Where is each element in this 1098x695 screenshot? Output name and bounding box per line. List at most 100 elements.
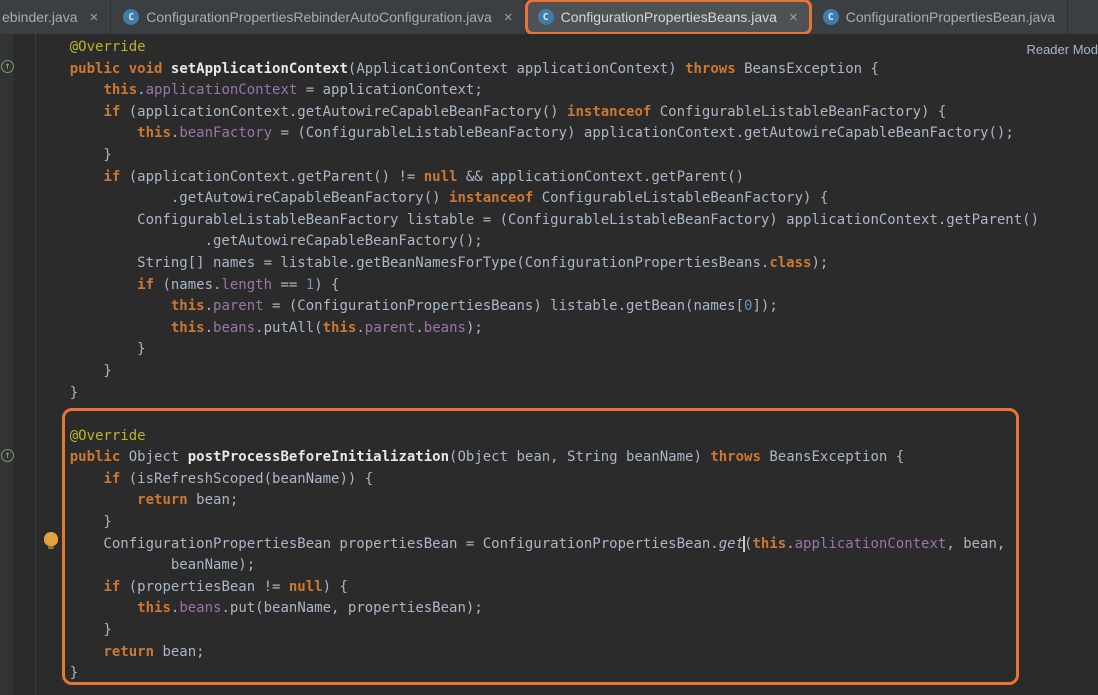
code-token: BeansException { (736, 61, 879, 77)
code-token: bean; (154, 644, 205, 660)
code-line[interactable]: @Override (0, 426, 1039, 448)
code-token: . (137, 82, 145, 98)
code-line[interactable]: if (isRefreshScoped(beanName)) { (0, 469, 1039, 491)
code-token (36, 277, 137, 293)
java-class-icon: C (123, 9, 139, 25)
tab-close-icon[interactable]: × (504, 9, 513, 26)
code-token: } (36, 622, 112, 638)
code-line[interactable]: this.beans.putAll(this.parent.beans); (0, 318, 1039, 340)
editor-tab[interactable]: ebinder.java × (0, 0, 111, 34)
code-token (36, 600, 137, 616)
editor-tab[interactable]: CConfigurationPropertiesBean.java (811, 0, 1068, 34)
code-token: (applicationContext.getParent() != (120, 169, 423, 185)
code-line[interactable]: if (applicationContext.getParent() != nu… (0, 167, 1039, 189)
code-line[interactable]: } (0, 361, 1039, 383)
code-token: == (272, 277, 306, 293)
code-token: get (719, 536, 744, 552)
code-token (120, 61, 128, 77)
code-line[interactable]: if (applicationContext.getAutowireCapabl… (0, 102, 1039, 124)
code-token (36, 61, 70, 77)
code-token: ); (466, 320, 483, 336)
code-token: instanceof (449, 190, 533, 206)
code-editor[interactable]: @Override public void setApplicationCont… (0, 34, 1098, 695)
code-token: . (356, 320, 364, 336)
code-line[interactable]: String[] names = listable.getBeanNamesFo… (0, 253, 1039, 275)
code-token: ConfigurableListableBeanFactory listable… (36, 212, 1039, 228)
code-line[interactable]: } (0, 512, 1039, 534)
code-line[interactable]: } (0, 663, 1039, 685)
code-token: postProcessBeforeInitialization (188, 449, 449, 465)
code-line[interactable]: @Override (0, 37, 1039, 59)
intention-lightbulb-icon[interactable] (44, 532, 58, 546)
code-token: length (221, 277, 272, 293)
code-line[interactable]: } (0, 620, 1039, 642)
code-token: parent (213, 298, 264, 314)
code-token: (ApplicationContext applicationContext) (348, 61, 685, 77)
tab-close-icon[interactable]: × (789, 9, 798, 26)
code-line[interactable]: this.applicationContext = applicationCon… (0, 80, 1039, 102)
code-token (36, 104, 103, 120)
code-line[interactable]: return bean; (0, 642, 1039, 664)
code-token (36, 471, 103, 487)
tab-label: ConfigurationPropertiesBean.java (846, 9, 1055, 25)
code-token: . (415, 320, 423, 336)
code-line[interactable]: .getAutowireCapableBeanFactory(); (0, 231, 1039, 253)
tab-close-icon[interactable]: × (90, 9, 99, 26)
code-token: parent (365, 320, 416, 336)
code-token: } (36, 665, 78, 681)
tab-label: ebinder.java (2, 9, 78, 25)
code-token (36, 428, 70, 444)
code-token: this (171, 320, 205, 336)
code-line[interactable]: this.beanFactory = (ConfigurableListable… (0, 123, 1039, 145)
code-token: ConfigurationPropertiesBean propertiesBe… (36, 536, 719, 552)
code-token: (Object bean, String beanName) (449, 449, 710, 465)
code-line[interactable]: ConfigurableListableBeanFactory listable… (0, 210, 1039, 232)
code-token: Object (120, 449, 187, 465)
code-line[interactable]: this.beans.put(beanName, propertiesBean)… (0, 598, 1039, 620)
override-method-gutter-icon[interactable]: ↑ (1, 60, 14, 73)
code-line[interactable] (0, 404, 1039, 426)
code-token: ConfigurableListableBeanFactory) { (651, 104, 946, 120)
code-token (36, 579, 103, 595)
code-token: this (137, 600, 171, 616)
code-line[interactable]: if (names.length == 1) { (0, 275, 1039, 297)
override-method-gutter-icon[interactable]: ↑ (1, 449, 14, 462)
code-token: ); (811, 255, 828, 271)
code-token: .getAutowireCapableBeanFactory() (36, 190, 449, 206)
code-token: , bean, (946, 536, 1005, 552)
code-token: return (103, 644, 154, 660)
code-token: . (786, 536, 794, 552)
code-token: setApplicationContext (171, 61, 348, 77)
code-token: bean; (188, 492, 239, 508)
code-token (36, 320, 171, 336)
tab-label: ConfigurationPropertiesBeans.java (561, 9, 777, 25)
code-line[interactable]: beanName); (0, 555, 1039, 577)
code-line[interactable]: } (0, 383, 1039, 405)
code-token: } (36, 363, 112, 379)
code-token: (isRefreshScoped(beanName)) { (120, 471, 373, 487)
code-token: throws (710, 449, 761, 465)
code-token: if (103, 579, 120, 595)
code-line[interactable]: } (0, 339, 1039, 361)
code-token: public (70, 449, 121, 465)
code-token: } (36, 514, 112, 530)
code-line[interactable]: if (propertiesBean != null) { (0, 577, 1039, 599)
code-token (36, 169, 103, 185)
editor-tab[interactable]: CConfigurationPropertiesRebinderAutoConf… (111, 0, 525, 34)
code-line[interactable]: ConfigurationPropertiesBean propertiesBe… (0, 534, 1039, 556)
code-token: (applicationContext.getAutowireCapableBe… (120, 104, 567, 120)
reader-mode-label[interactable]: Reader Mod (1026, 42, 1098, 57)
code-line[interactable]: this.parent = (ConfigurationPropertiesBe… (0, 296, 1039, 318)
code-line[interactable]: public void setApplicationContext(Applic… (0, 59, 1039, 81)
code-token: && applicationContext.getParent() (457, 169, 744, 185)
code-token (36, 82, 103, 98)
editor-tab[interactable]: CConfigurationPropertiesBeans.java× (526, 0, 811, 34)
code-area[interactable]: @Override public void setApplicationCont… (0, 37, 1039, 685)
code-line[interactable]: } (0, 145, 1039, 167)
code-token (162, 61, 170, 77)
code-line[interactable]: .getAutowireCapableBeanFactory() instanc… (0, 188, 1039, 210)
code-token: beanFactory (179, 125, 272, 141)
code-line[interactable]: return bean; (0, 490, 1039, 512)
code-line[interactable]: public Object postProcessBeforeInitializ… (0, 447, 1039, 469)
code-token: } (36, 341, 146, 357)
